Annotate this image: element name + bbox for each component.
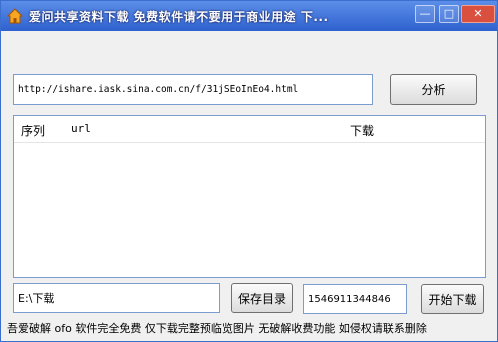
save-path-input[interactable]: E:\下载 xyxy=(13,283,220,313)
column-header-download[interactable]: 下载 xyxy=(350,122,374,139)
start-download-button[interactable]: 开始下载 xyxy=(421,284,484,314)
app-window: 爱问共享资料下载 免费软件请不要用于商业用途 下... — □ ✕ http:/… xyxy=(0,0,498,342)
window-title: 爱问共享资料下载 免费软件请不要用于商业用途 下... xyxy=(29,10,329,24)
column-header-url[interactable]: url xyxy=(71,122,91,135)
minimize-button[interactable]: — xyxy=(415,5,435,23)
column-header-index[interactable]: 序列 xyxy=(21,122,45,139)
save-directory-button[interactable]: 保存目录 xyxy=(231,283,293,313)
maximize-button[interactable]: □ xyxy=(439,5,459,23)
close-button[interactable]: ✕ xyxy=(461,5,495,23)
list-header: 序列 url 下载 xyxy=(14,116,485,143)
analyze-button[interactable]: 分析 xyxy=(390,74,477,105)
url-input[interactable]: http://ishare.iask.sina.com.cn/f/31jSEoI… xyxy=(13,74,373,105)
title-bar[interactable]: 爱问共享资料下载 免费软件请不要用于商业用途 下... — □ ✕ xyxy=(1,1,497,31)
timestamp-field[interactable]: 1546911344846 xyxy=(303,284,407,314)
status-text: 吾爱破解 ofo 软件完全免费 仅下载完整预临览图片 无破解收费功能 如侵权请联… xyxy=(7,322,427,335)
download-list[interactable]: 序列 url 下载 xyxy=(13,115,486,278)
house-icon xyxy=(7,8,23,24)
